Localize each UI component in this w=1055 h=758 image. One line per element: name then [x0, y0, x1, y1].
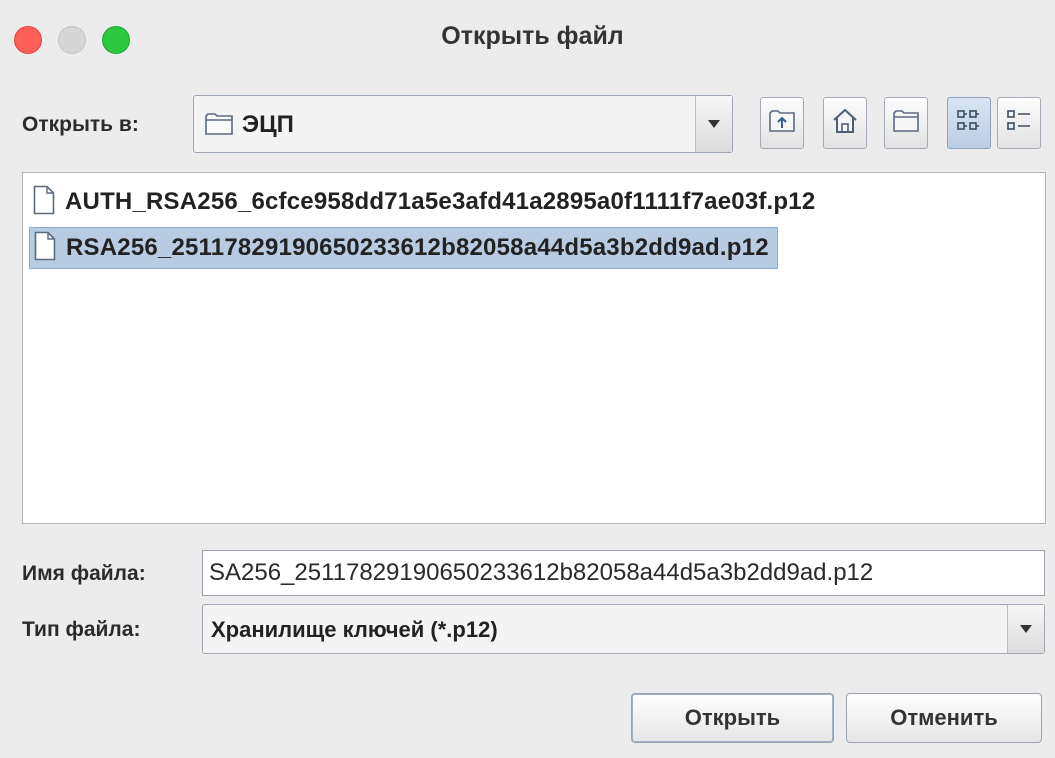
details-view-button[interactable] [997, 97, 1041, 149]
cancel-button[interactable]: Отменить [846, 693, 1042, 743]
file-item[interactable]: AUTH_RSA256_6cfce958dd71a5e3afd41a2895a0… [29, 181, 823, 223]
title-bar: Открыть файл [0, 0, 1055, 80]
window-title: Открыть файл [441, 22, 624, 50]
list-view-button[interactable] [947, 97, 991, 149]
look-in-label: Открыть в: [22, 113, 139, 136]
filename-input[interactable] [203, 551, 1044, 595]
up-folder-button[interactable] [760, 97, 804, 149]
look-in-value: ЭЦП [242, 111, 294, 138]
filetype-label: Тип файла: [22, 618, 141, 641]
details-view-icon [1005, 108, 1033, 139]
filename-label: Имя файла: [22, 562, 146, 585]
file-list[interactable]: AUTH_RSA256_6cfce958dd71a5e3afd41a2895a0… [22, 172, 1046, 524]
home-button[interactable] [823, 97, 867, 149]
file-item-selected[interactable]: RSA256_25117829190650233612b82058a44d5a3… [29, 227, 778, 269]
file-icon [33, 185, 55, 220]
filetype-value: Хранилище ключей (*.p12) [211, 617, 498, 642]
folder-up-icon [768, 108, 796, 139]
filename-field[interactable] [202, 550, 1045, 596]
folder-icon [204, 112, 234, 141]
filetype-combo[interactable]: Хранилище ключей (*.p12) [202, 604, 1045, 654]
chevron-down-icon[interactable] [1007, 605, 1044, 653]
list-view-icon [955, 108, 983, 139]
chevron-down-icon[interactable] [695, 96, 732, 152]
file-name: AUTH_RSA256_6cfce958dd71a5e3afd41a2895a0… [65, 188, 816, 215]
home-icon [831, 107, 859, 140]
new-folder-icon [892, 109, 920, 138]
file-icon [34, 231, 56, 266]
open-button[interactable]: Открыть [631, 693, 834, 743]
new-folder-button[interactable] [884, 97, 928, 149]
look-in-combo[interactable]: ЭЦП [193, 95, 733, 153]
file-name: RSA256_25117829190650233612b82058a44d5a3… [66, 234, 769, 261]
